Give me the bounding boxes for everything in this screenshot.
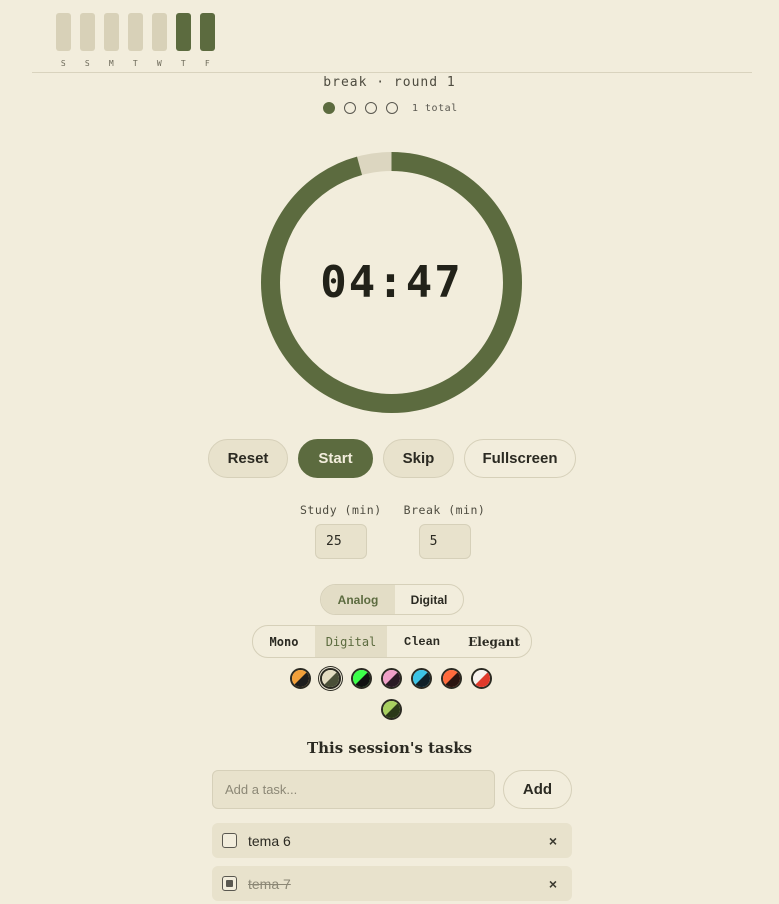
- theme-swatch-cyan[interactable]: [411, 668, 432, 689]
- rounds-total-text: 1 total: [412, 102, 458, 114]
- timer-display: 04:47: [320, 257, 463, 308]
- theme-swatch-lime[interactable]: [381, 699, 402, 720]
- tab-analog[interactable]: Analog: [321, 585, 395, 614]
- day-label: F: [204, 59, 211, 68]
- task-input[interactable]: [212, 770, 495, 809]
- style-mono[interactable]: Mono: [253, 626, 315, 657]
- theme-swatch-olive[interactable]: [320, 668, 341, 689]
- day-bar: [176, 13, 191, 51]
- study-duration-input[interactable]: [315, 524, 367, 559]
- day-column: S: [56, 13, 71, 68]
- task-item: tema 7 ×: [212, 866, 572, 901]
- day-bar: [104, 13, 119, 51]
- theme-swatch-pink[interactable]: [381, 668, 402, 689]
- day-label: S: [84, 59, 91, 68]
- day-bar: [200, 13, 215, 51]
- task-text: tema 6: [248, 832, 291, 849]
- clock-mode-toggle: Analog Digital: [320, 584, 464, 615]
- style-elegant[interactable]: Elegant: [457, 626, 531, 657]
- clock-style-toggle: Mono Digital Clean Elegant: [252, 625, 532, 658]
- theme-swatch-neon-green[interactable]: [351, 668, 372, 689]
- timer-controls: Reset Start Skip Fullscreen: [208, 439, 576, 478]
- delete-task-icon[interactable]: ×: [540, 833, 566, 849]
- tab-digital[interactable]: Digital: [395, 585, 463, 614]
- session-label: break · round 1: [323, 75, 456, 90]
- day-column: M: [104, 13, 119, 68]
- duration-settings: Study (min) Break (min): [300, 503, 485, 559]
- day-column: T: [128, 13, 143, 68]
- tasks-title: This session's tasks: [306, 739, 473, 757]
- day-label: T: [132, 59, 139, 68]
- break-duration-input[interactable]: [418, 524, 471, 559]
- break-duration-label: Break (min): [403, 503, 486, 517]
- day-label: M: [108, 59, 115, 68]
- round-dot: [323, 102, 335, 114]
- add-task-button[interactable]: Add: [503, 770, 572, 809]
- day-bar: [56, 13, 71, 51]
- day-column: T: [176, 13, 191, 68]
- style-clean[interactable]: Clean: [387, 626, 457, 657]
- day-bar: [152, 13, 167, 51]
- day-column: F: [200, 13, 215, 68]
- timer-ring: 04:47: [261, 152, 522, 413]
- start-button[interactable]: Start: [298, 439, 373, 478]
- day-column: W: [152, 13, 167, 68]
- day-label: S: [60, 59, 67, 68]
- delete-task-icon[interactable]: ×: [540, 876, 566, 892]
- round-dot: [365, 102, 377, 114]
- day-bar: [80, 13, 95, 51]
- fullscreen-button[interactable]: Fullscreen: [464, 439, 576, 478]
- task-checkbox[interactable]: [222, 876, 237, 891]
- reset-button[interactable]: Reset: [208, 439, 288, 478]
- task-text: tema 7: [248, 875, 291, 892]
- break-duration: Break (min): [404, 503, 486, 559]
- round-dot: [386, 102, 398, 114]
- theme-swatch-coral[interactable]: [441, 668, 462, 689]
- day-bar: [128, 13, 143, 51]
- skip-button[interactable]: Skip: [383, 439, 454, 478]
- day-label: W: [156, 59, 163, 68]
- theme-swatch-red-white[interactable]: [471, 668, 492, 689]
- day-label: T: [180, 59, 187, 68]
- study-duration-label: Study (min): [300, 503, 382, 517]
- round-dot: [344, 102, 356, 114]
- round-indicator: 1 total: [323, 102, 458, 114]
- style-digital[interactable]: Digital: [315, 626, 387, 657]
- task-checkbox[interactable]: [222, 833, 237, 848]
- theme-swatch-amber[interactable]: [290, 668, 311, 689]
- task-item: tema 6 ×: [212, 823, 572, 858]
- day-column: S: [80, 13, 95, 68]
- divider: [32, 72, 752, 73]
- study-duration: Study (min): [300, 503, 382, 559]
- weekly-streak: SSMTWTF: [56, 13, 215, 68]
